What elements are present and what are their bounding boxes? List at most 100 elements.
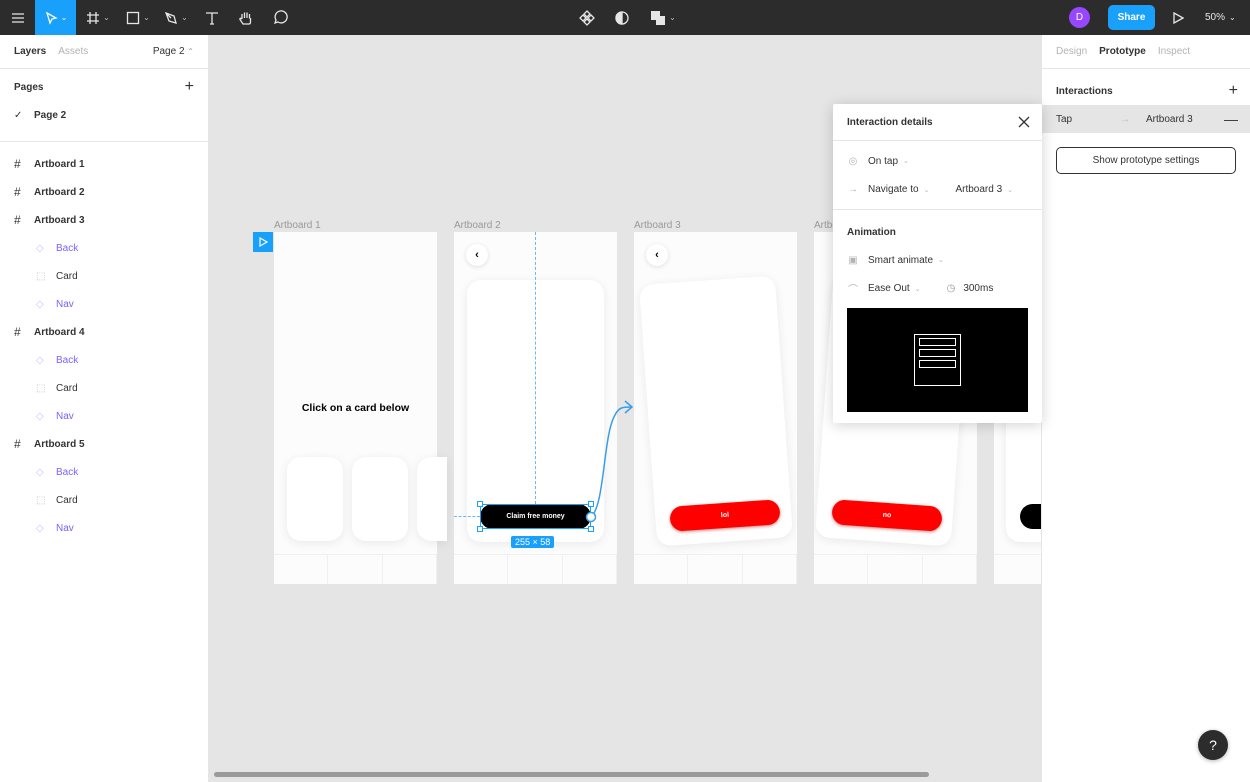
frame-icon	[87, 11, 100, 24]
artboard-label[interactable]: Artboard 1	[274, 220, 321, 231]
layer-list: # Artboard 1 # Artboard 2 # Artboard 3 ◇ Bac…	[0, 142, 208, 542]
artboard-label[interactable]: Artboard 2	[454, 220, 501, 231]
black-button[interactable]	[1020, 504, 1041, 529]
remove-interaction-button[interactable]: —	[1224, 111, 1238, 127]
main-menu-button[interactable]	[0, 0, 35, 35]
hand-tool-button[interactable]	[228, 0, 264, 35]
easing-label: Ease Out	[868, 282, 910, 294]
horizontal-guide	[454, 516, 480, 517]
animation-title: Animation	[847, 226, 896, 238]
page-selector[interactable]: Page 2 ⌃	[153, 46, 194, 57]
nav-bar	[634, 554, 797, 584]
layer-item[interactable]: # Artboard 2	[0, 178, 208, 206]
back-button[interactable]: ‹	[466, 244, 488, 266]
component-instance-icon: ◇	[36, 522, 44, 534]
layer-item[interactable]: ⬚ Card	[0, 486, 208, 514]
hand-icon	[239, 12, 252, 25]
layer-item[interactable]: ◇ Nav	[0, 514, 208, 542]
component-button[interactable]	[577, 0, 597, 35]
card[interactable]	[287, 457, 343, 541]
layer-item[interactable]: ◇ Back	[0, 234, 208, 262]
tab-assets[interactable]: Assets	[58, 46, 88, 57]
move-tool-button[interactable]: ⌄	[35, 0, 76, 35]
comment-tool-button[interactable]	[264, 0, 296, 35]
chevron-down-icon: ⌄	[1229, 13, 1236, 22]
interaction-details-popup: Interaction details ◎ On tap ⌄ → Navigate …	[833, 104, 1042, 423]
shape-tool-button[interactable]: ⌄	[120, 0, 156, 35]
artboard-3[interactable]: ‹ lol	[634, 232, 797, 584]
help-button[interactable]: ?	[1198, 730, 1228, 760]
arrow-right-icon: →	[1120, 113, 1130, 125]
component-instance-icon: ◇	[36, 242, 44, 254]
artboard-label[interactable]: Artboard 3	[634, 220, 681, 231]
layer-label: Card	[56, 382, 78, 394]
group-icon: ⬚	[36, 382, 46, 394]
trigger-dropdown[interactable]: ◎ On tap ⌄	[833, 147, 1042, 175]
action-dropdown[interactable]: Navigate to ⌄	[868, 184, 929, 195]
page-label: Page 2	[34, 109, 67, 121]
horizontal-scrollbar[interactable]	[214, 772, 929, 777]
close-icon[interactable]	[1018, 116, 1030, 128]
tab-design[interactable]: Design	[1056, 46, 1087, 57]
group-icon: ⬚	[36, 270, 46, 282]
duration-input[interactable]: 300ms	[963, 283, 993, 294]
add-interaction-button[interactable]: +	[1229, 82, 1238, 100]
animation-type-dropdown[interactable]: ▣ Smart animate ⌄	[833, 246, 1042, 274]
share-button[interactable]: Share	[1108, 5, 1155, 30]
layer-item[interactable]: ◇ Nav	[0, 402, 208, 430]
text-tool-button[interactable]	[196, 0, 228, 35]
boolean-button[interactable]: ⌄	[647, 0, 679, 35]
resize-handle[interactable]	[477, 526, 483, 532]
action-label: Navigate to	[868, 183, 919, 195]
add-page-button[interactable]: +	[185, 78, 194, 96]
easing-dropdown[interactable]: Ease Out ⌄	[868, 283, 921, 294]
pen-tool-button[interactable]: ⌄	[156, 0, 196, 35]
zoom-dropdown[interactable]: 50% ⌄	[1205, 0, 1236, 35]
artboard-1[interactable]: Click on a card below	[274, 232, 447, 584]
mask-button[interactable]	[612, 0, 632, 35]
popup-title: Interaction details	[847, 116, 933, 128]
easing-curve-icon: ⌒	[848, 284, 858, 296]
pages-title: Pages	[14, 81, 44, 93]
frame-tool-button[interactable]: ⌄	[76, 0, 120, 35]
layers-panel: Layers Assets Page 2 ⌃ Pages + ✓ Page 2 …	[0, 35, 209, 782]
layer-label: Artboard 3	[34, 214, 85, 226]
right-tabs: Design Prototype Inspect	[1042, 35, 1250, 69]
layer-label: Artboard 5	[34, 438, 85, 450]
component-instance-icon: ◇	[36, 466, 44, 478]
flow-start-marker[interactable]	[253, 232, 273, 252]
layer-item[interactable]: ◇ Nav	[0, 290, 208, 318]
chevron-up-icon: ⌃	[187, 47, 194, 56]
layer-item[interactable]: # Artboard 5	[0, 430, 208, 458]
layer-item[interactable]: ◇ Back	[0, 346, 208, 374]
card[interactable]	[352, 457, 408, 541]
tab-inspect[interactable]: Inspect	[1158, 46, 1190, 57]
chevron-down-icon: ⌄	[923, 186, 930, 194]
frame-icon: #	[14, 325, 21, 339]
resize-handle[interactable]	[477, 501, 483, 507]
layer-item[interactable]: # Artboard 4	[0, 318, 208, 346]
chevron-left-icon: ‹	[655, 249, 659, 261]
interactions-title: Interactions	[1056, 85, 1113, 97]
tab-layers[interactable]: Layers	[14, 46, 46, 57]
present-button[interactable]	[1168, 0, 1188, 35]
layer-item[interactable]: ⬚ Card	[0, 262, 208, 290]
page-item[interactable]: ✓ Page 2	[0, 101, 208, 129]
tab-prototype[interactable]: Prototype	[1099, 46, 1146, 57]
layer-item[interactable]: ⬚ Card	[0, 374, 208, 402]
group-icon: ⬚	[36, 494, 46, 506]
frame-icon: #	[14, 437, 21, 451]
toolbar: ⌄ ⌄ ⌄ ⌄ ⌄ D Share 50% ⌄	[0, 0, 1250, 35]
show-prototype-settings-button[interactable]: Show prototype settings	[1056, 147, 1236, 174]
vertical-guide	[535, 232, 536, 504]
avatar[interactable]: D	[1069, 7, 1090, 28]
resize-handle[interactable]	[588, 526, 594, 532]
interaction-row[interactable]: Tap → Artboard 3 —	[1042, 105, 1250, 133]
layer-item[interactable]: # Artboard 1	[0, 150, 208, 178]
prototype-connection[interactable]	[579, 395, 639, 525]
layer-item[interactable]: # Artboard 3	[0, 206, 208, 234]
layer-item[interactable]: ◇ Back	[0, 458, 208, 486]
back-button[interactable]: ‹	[646, 244, 668, 266]
destination-dropdown[interactable]: Artboard 3 ⌄	[955, 184, 1013, 195]
card[interactable]	[417, 457, 447, 541]
